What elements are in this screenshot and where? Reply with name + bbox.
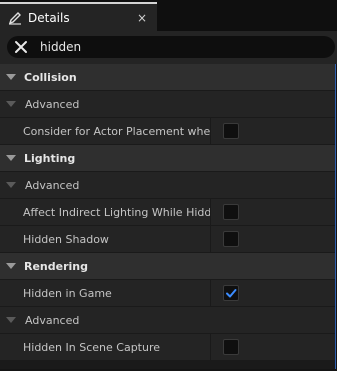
property-row[interactable]: Consider for Actor Placement when... <box>0 117 335 145</box>
tab-bar: Details × <box>0 0 337 31</box>
property-checkbox[interactable] <box>223 123 239 139</box>
details-panel: Collision Advanced Consider for Actor Plac… <box>0 64 336 369</box>
checkmark-icon <box>226 289 237 298</box>
property-value <box>211 199 335 226</box>
category-label: Collision <box>24 70 77 84</box>
pencil-icon <box>8 11 21 25</box>
expand-arrow-icon[interactable] <box>6 155 16 161</box>
property-value <box>211 280 335 307</box>
category-label: Lighting <box>24 151 76 165</box>
property-value <box>211 118 335 145</box>
tab-title: Details <box>28 10 70 25</box>
advanced-label: Advanced <box>25 313 80 327</box>
expand-arrow-icon[interactable] <box>6 101 16 107</box>
property-name: Hidden in Game <box>0 279 211 307</box>
property-checkbox[interactable] <box>223 339 239 355</box>
property-name: Affect Indirect Lighting While Hidden <box>0 198 211 226</box>
advanced-group-header[interactable]: Advanced <box>0 91 335 118</box>
search-field[interactable] <box>7 36 335 58</box>
property-name: Hidden In Scene Capture <box>0 333 211 361</box>
expand-arrow-icon[interactable] <box>6 317 16 323</box>
property-row[interactable]: Affect Indirect Lighting While Hidden <box>0 198 335 226</box>
property-checkbox[interactable] <box>223 231 239 247</box>
property-value <box>211 334 335 361</box>
expand-arrow-icon[interactable] <box>6 74 16 80</box>
advanced-group-header[interactable]: Advanced <box>0 307 335 334</box>
close-icon[interactable] <box>14 40 28 54</box>
category-header[interactable]: Rendering <box>0 253 335 280</box>
property-name: Hidden Shadow <box>0 225 211 253</box>
property-row[interactable]: Hidden in Game <box>0 279 335 307</box>
property-value <box>211 226 335 253</box>
property-checkbox[interactable] <box>223 204 239 220</box>
property-row[interactable]: Hidden In Scene Capture <box>0 333 335 361</box>
advanced-label: Advanced <box>25 97 80 111</box>
property-row[interactable]: Hidden Shadow <box>0 225 335 253</box>
category-header[interactable]: Collision <box>0 64 335 91</box>
advanced-label: Advanced <box>25 178 80 192</box>
category-label: Rendering <box>24 259 88 273</box>
expand-arrow-icon[interactable] <box>6 182 16 188</box>
tab-close-button[interactable]: × <box>137 11 147 25</box>
expand-arrow-icon[interactable] <box>6 263 16 269</box>
property-checkbox[interactable] <box>223 285 239 301</box>
search-input[interactable] <box>40 40 335 54</box>
advanced-group-header[interactable]: Advanced <box>0 172 335 199</box>
category-header[interactable]: Lighting <box>0 145 335 172</box>
search-bar <box>0 31 337 64</box>
property-name: Consider for Actor Placement when... <box>0 117 211 145</box>
details-tab[interactable]: Details × <box>0 2 157 31</box>
